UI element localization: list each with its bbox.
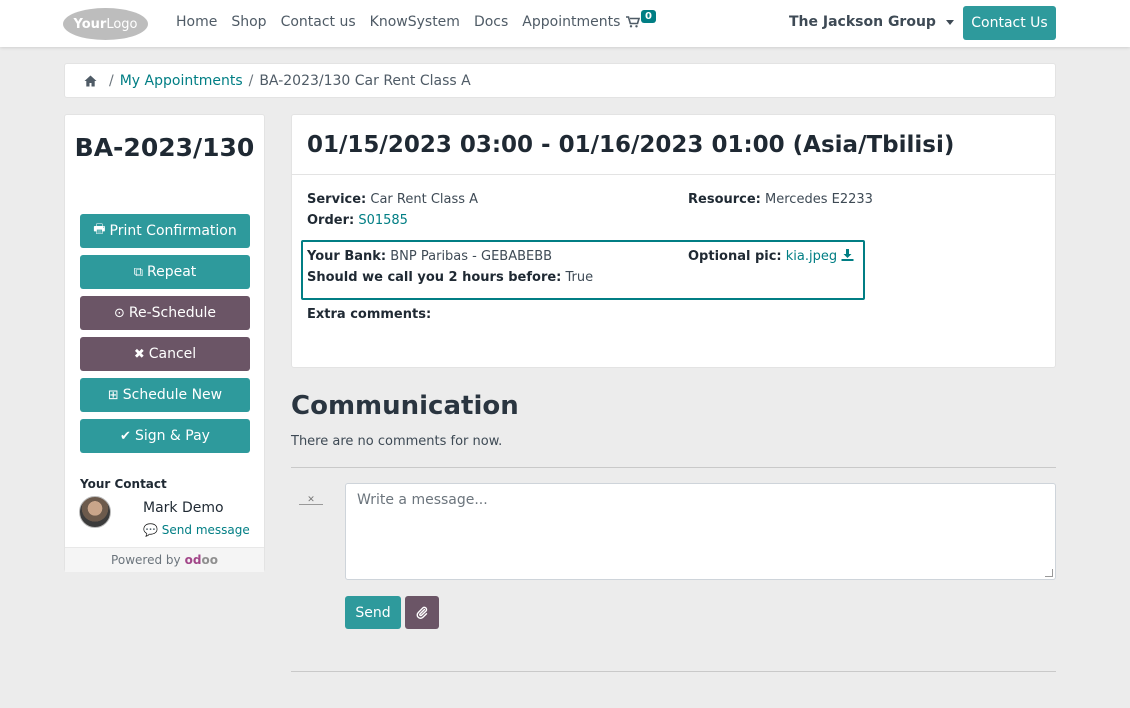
attach-file-button[interactable]	[405, 596, 439, 629]
divider	[291, 671, 1056, 672]
repeat-label: Repeat	[147, 264, 197, 280]
download-icon[interactable]	[841, 249, 854, 261]
appointment-details-card: 01/15/2023 03:00 - 01/16/2023 01:00 (Asi…	[291, 114, 1056, 368]
service-value: Car Rent Class A	[370, 192, 479, 207]
extra-comments-label: Extra comments:	[307, 307, 432, 322]
repeat-button[interactable]: ⧉ Repeat	[80, 255, 250, 289]
bank-label: Your Bank:	[307, 249, 387, 264]
logo-part-1: Your	[73, 16, 107, 32]
send-message-label: Send message	[161, 523, 250, 537]
extra-comments-field: Extra comments:	[307, 307, 431, 322]
breadcrumb-my-appointments[interactable]: My Appointments	[120, 73, 243, 89]
print-confirmation-button[interactable]: 🖶 Print Confirmation	[80, 214, 250, 248]
action-buttons: 🖶 Print Confirmation ⧉ Repeat ⊙ Re-Sched…	[80, 214, 250, 460]
call-before-label: Should we call you 2 hours before:	[307, 270, 562, 285]
nav-home[interactable]: Home	[176, 14, 217, 30]
shopping-cart-icon	[626, 16, 640, 28]
resource-value: Mercedes E2233	[765, 192, 873, 207]
breadcrumb-separator: /	[109, 72, 114, 89]
home-icon[interactable]	[84, 75, 97, 87]
no-comments-text: There are no comments for now.	[291, 434, 503, 449]
communication-heading: Communication	[291, 391, 519, 421]
appointment-sidebar: BA-2023/130 🖶 Print Confirmation ⧉ Repea…	[64, 114, 265, 572]
close-icon: ✖	[133, 346, 145, 362]
nav-knowsystem[interactable]: KnowSystem	[370, 14, 460, 30]
odoo-logo-part-1: od	[184, 553, 202, 567]
user-avatar-placeholder: ✕	[292, 496, 330, 510]
bank-field: Your Bank: BNP Paribas - GEBABEBB	[307, 249, 552, 264]
nav-docs[interactable]: Docs	[474, 14, 508, 30]
company-logo[interactable]: Your Logo	[63, 8, 148, 40]
resource-field: Resource: Mercedes E2233	[688, 192, 873, 207]
call-before-field: Should we call you 2 hours before: True	[307, 270, 593, 285]
nav-appointments[interactable]: Appointments	[522, 14, 620, 30]
cancel-button[interactable]: ✖ Cancel	[80, 337, 250, 371]
odoo-logo[interactable]: odoo	[185, 553, 218, 567]
contact-name: Mark Demo	[143, 500, 224, 516]
order-link[interactable]: S01585	[358, 213, 408, 228]
copy-icon: ⧉	[133, 264, 143, 280]
order-label: Order:	[307, 213, 355, 228]
powered-by-label: Powered by	[111, 553, 181, 567]
caret-down-icon	[945, 19, 954, 25]
order-field: Order: S01585	[307, 213, 408, 228]
your-contact-heading: Your Contact	[80, 477, 167, 491]
clock-icon: ⊙	[113, 305, 125, 321]
sign-and-pay-label: Sign & Pay	[134, 428, 210, 444]
optional-pic-label: Optional pic:	[688, 249, 782, 264]
breadcrumb-current: BA-2023/130 Car Rent Class A	[259, 72, 471, 89]
company-name: The Jackson Group	[789, 14, 936, 30]
sign-and-pay-button[interactable]: ✔ Sign & Pay	[80, 419, 250, 453]
company-switcher[interactable]: The Jackson Group	[789, 14, 954, 30]
breadcrumb: / My Appointments / BA-2023/130 Car Rent…	[64, 63, 1056, 98]
cart-count-badge: 0	[641, 10, 656, 23]
broken-image-icon: ✕	[299, 496, 323, 505]
print-confirmation-label: Print Confirmation	[109, 223, 237, 239]
nav-shop[interactable]: Shop	[231, 14, 266, 30]
optional-pic-link[interactable]: kia.jpeg	[786, 249, 837, 264]
send-button[interactable]: Send	[345, 596, 401, 629]
resource-label: Resource:	[688, 192, 761, 207]
print-icon: 🖶	[93, 222, 106, 237]
appointment-reference: BA-2023/130	[74, 133, 255, 162]
top-navbar: Your Logo Home Shop Contact us KnowSystem…	[0, 0, 1130, 47]
optional-pic-field: Optional pic: kia.jpeg	[688, 249, 854, 264]
service-label: Service:	[307, 192, 367, 207]
schedule-new-label: Schedule New	[122, 387, 223, 403]
plus-square-icon: ⊞	[107, 387, 119, 403]
resize-handle-icon[interactable]	[1045, 569, 1053, 577]
call-before-value: True	[565, 270, 594, 285]
bank-value: BNP Paribas - GEBABEBB	[390, 249, 553, 264]
logo-part-2: Logo	[106, 16, 138, 32]
nav-contact-us[interactable]: Contact us	[281, 14, 356, 30]
send-message-link[interactable]: 💬 Send message	[143, 523, 250, 537]
appointment-datetime: 01/15/2023 03:00 - 01/16/2023 01:00 (Asi…	[292, 115, 1055, 175]
cart-link[interactable]: 0	[626, 10, 656, 28]
contact-us-button[interactable]: Contact Us	[963, 6, 1056, 40]
message-input[interactable]: Write a message...	[345, 483, 1056, 580]
cancel-label: Cancel	[148, 346, 197, 362]
reschedule-label: Re-Schedule	[128, 305, 216, 321]
message-placeholder: Write a message...	[357, 492, 488, 508]
main-menu: Home Shop Contact us KnowSystem Docs App…	[176, 14, 634, 30]
reschedule-button[interactable]: ⊙ Re-Schedule	[80, 296, 250, 330]
paperclip-icon	[416, 606, 428, 619]
divider	[291, 467, 1056, 468]
odoo-logo-part-2: oo	[201, 553, 218, 567]
breadcrumb-separator: /	[248, 72, 254, 89]
service-field: Service: Car Rent Class A	[307, 192, 478, 207]
schedule-new-button[interactable]: ⊞ Schedule New	[80, 378, 250, 412]
powered-by-footer: Powered by odoo	[65, 547, 264, 572]
check-icon: ✔	[120, 428, 131, 444]
comment-icon: 💬	[143, 523, 158, 537]
avatar	[79, 496, 111, 528]
